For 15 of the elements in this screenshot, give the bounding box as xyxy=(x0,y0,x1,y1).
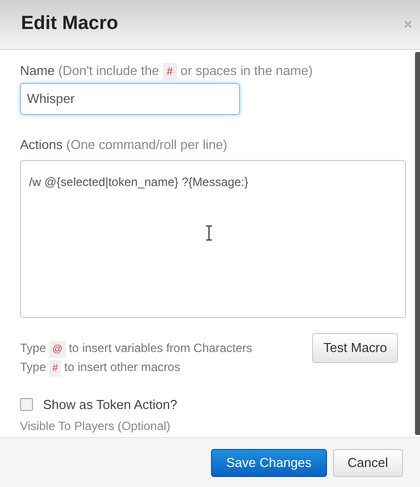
checkbox[interactable] xyxy=(20,398,33,412)
scrollbar[interactable] xyxy=(415,52,420,435)
actions-label: Actions (One command/roll per line) xyxy=(20,136,228,154)
name-field[interactable]: Whisper xyxy=(20,83,240,115)
visible-to-players-label: Visible To Players (Optional) xyxy=(20,418,172,434)
text-cursor-icon xyxy=(205,225,213,241)
test-macro-button[interactable]: Test Macro xyxy=(312,333,398,363)
name-label: Name (Don't include the # or spaces in the name) xyxy=(20,62,405,81)
cancel-button[interactable]: Cancel xyxy=(332,448,403,476)
help-text: Type @ to insert variables from Characters xyxy=(20,340,252,358)
help-text: Type # to insert other macros xyxy=(20,359,252,377)
checkbox-label: Show as Token Action? xyxy=(43,396,178,414)
save-changes-button[interactable]: Save Changes xyxy=(211,448,327,476)
dialog-title: Edit Macro xyxy=(21,12,118,36)
actions-field[interactable]: /w @{selected|token_name} ?{Message:} xyxy=(20,160,406,318)
